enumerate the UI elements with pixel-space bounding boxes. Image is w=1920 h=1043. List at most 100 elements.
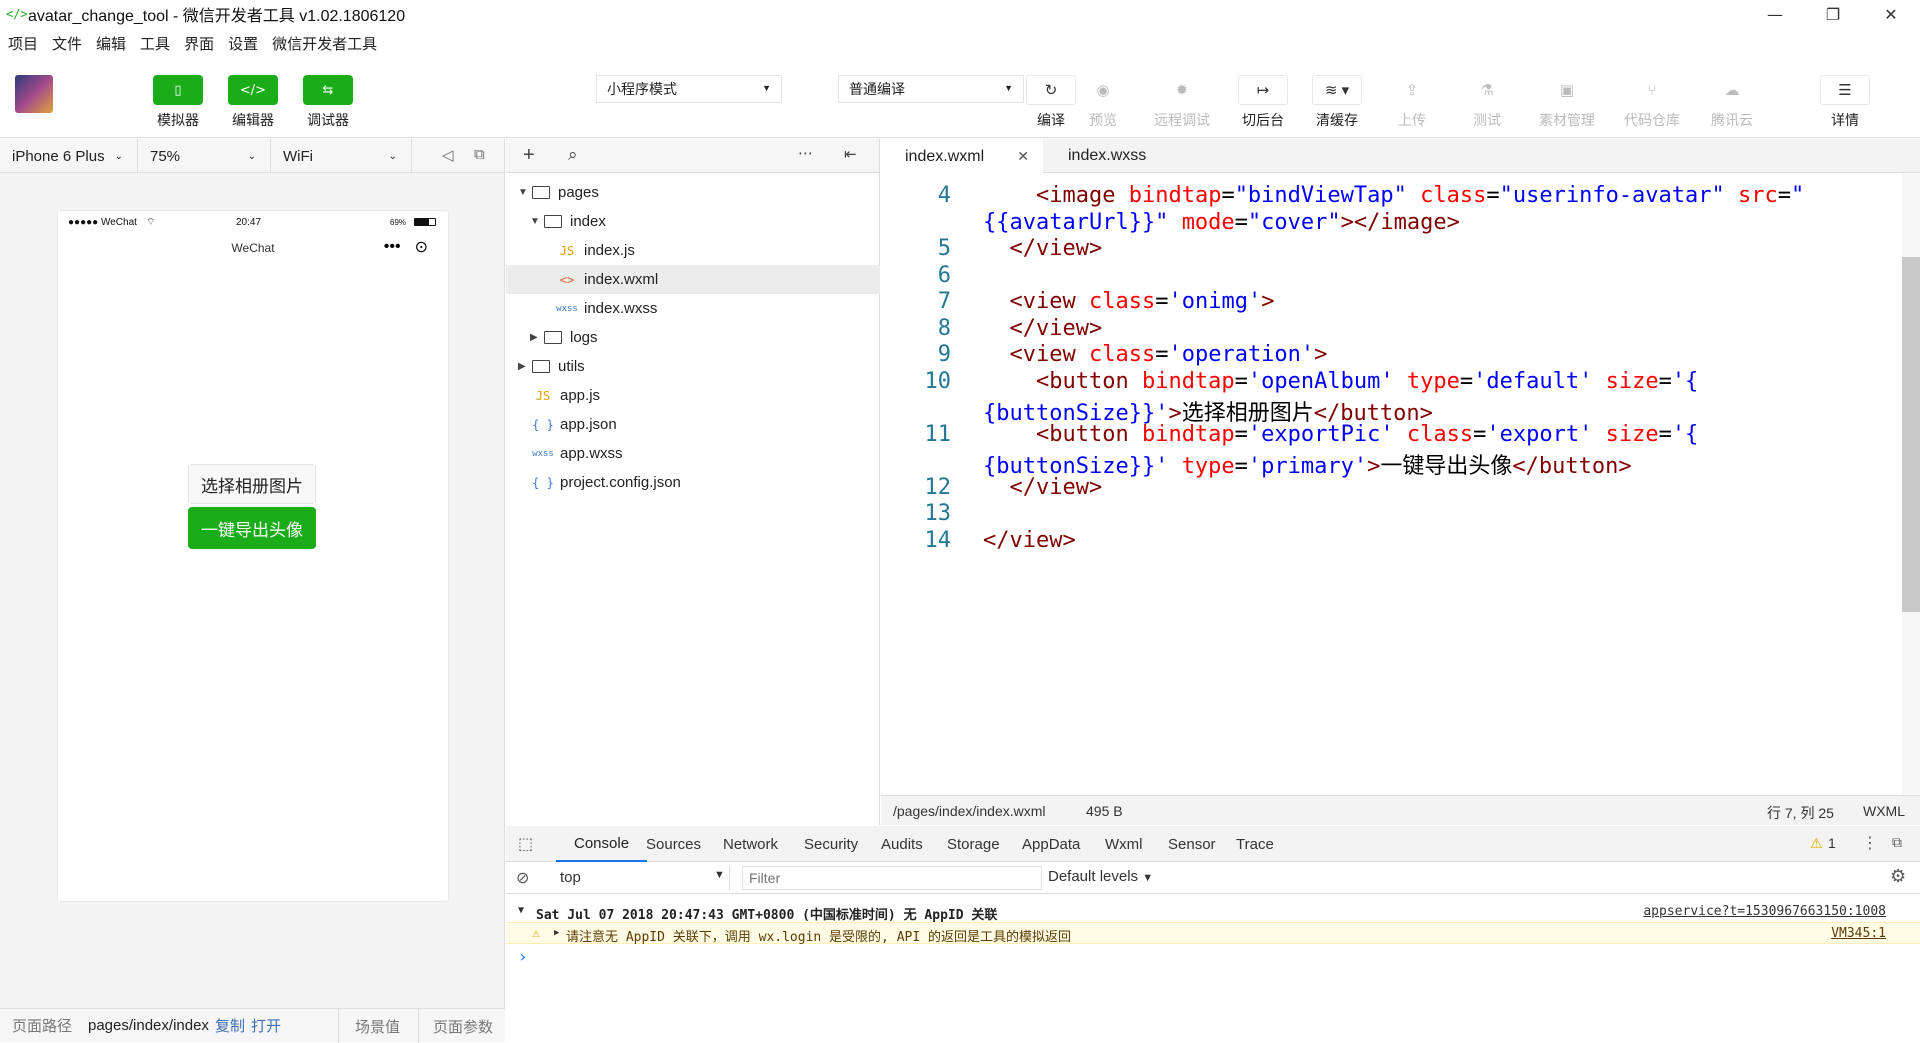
clear-console-icon[interactable]: ⊘ xyxy=(516,868,529,888)
tree-item-index-wxml[interactable]: <> index.wxml xyxy=(506,265,880,294)
dock-icon[interactable]: ⧉ xyxy=(1892,834,1902,851)
zoom-select[interactable]: 75% ⌄ xyxy=(138,139,271,173)
tab-storage[interactable]: Storage xyxy=(947,826,1000,862)
editor-button[interactable]: </> xyxy=(228,75,278,105)
close-target-icon[interactable]: ⊙ xyxy=(415,237,428,257)
menu-edit[interactable]: 编辑 xyxy=(96,33,126,54)
code-line[interactable]: </view> xyxy=(983,528,1076,553)
collapse-panel-icon[interactable]: ⇤ xyxy=(844,145,857,163)
export-avatar-button[interactable]: 一键导出头像 xyxy=(188,507,316,549)
menu-wechat-devtools[interactable]: 微信开发者工具 xyxy=(272,33,377,54)
tab-appdata[interactable]: AppData xyxy=(1022,826,1080,862)
console-prompt[interactable]: › xyxy=(506,946,1920,968)
tab-console[interactable]: Console xyxy=(556,826,648,862)
page-params-button[interactable]: 页面参数 xyxy=(418,1009,493,1043)
network-select[interactable]: WiFi ⌄ xyxy=(271,139,412,173)
tree-item-app-json[interactable]: { } app.json xyxy=(506,410,880,439)
tree-item-app-wxss[interactable]: wxss app.wxss xyxy=(506,439,880,468)
simulator-button[interactable]: ▯ xyxy=(153,75,203,105)
code-repo-button[interactable]: ⑂ xyxy=(1627,75,1677,105)
language-mode[interactable]: WXML xyxy=(1863,803,1905,819)
menu-file[interactable]: 文件 xyxy=(52,33,82,54)
remote-debug-button[interactable]: ✹ xyxy=(1157,75,1207,105)
device-select[interactable]: iPhone 6 Plus ⌄ xyxy=(0,139,138,173)
inspect-element-icon[interactable]: ⬚ xyxy=(518,834,533,854)
scrollbar-thumb[interactable] xyxy=(1902,257,1920,612)
expand-right-icon[interactable]: ▶ xyxy=(554,928,559,938)
caret-down-icon[interactable]: ▼ xyxy=(518,187,532,198)
details-button[interactable]: ☰ xyxy=(1820,75,1870,105)
tab-sources[interactable]: Sources xyxy=(646,826,701,862)
console-settings-icon[interactable]: ⚙ xyxy=(1890,866,1906,887)
open-path-link[interactable]: 打开 xyxy=(251,1015,281,1036)
search-icon[interactable]: ⌕ xyxy=(568,145,578,165)
clear-cache-button[interactable]: ≋ ▾ xyxy=(1312,75,1362,105)
menu-project[interactable]: 项目 xyxy=(8,33,38,54)
cursor-position[interactable]: 行 7, 列 25 xyxy=(1767,803,1834,823)
copy-path-link[interactable]: 复制 xyxy=(215,1015,245,1036)
warning-count[interactable]: 1 xyxy=(1828,835,1836,851)
code-line[interactable]: </view> xyxy=(983,316,1103,341)
code-line[interactable]: <button bindtap='exportPic' class='expor… xyxy=(983,422,1698,447)
code-line[interactable]: </view> xyxy=(983,236,1103,261)
code-line[interactable]: <button bindtap='openAlbum' type='defaul… xyxy=(983,369,1698,394)
tab-network[interactable]: Network xyxy=(723,826,778,862)
mode-select[interactable]: 小程序模式 ▼ xyxy=(596,75,782,103)
context-select[interactable]: top ▼ xyxy=(548,866,730,890)
expand-triangle-icon[interactable]: ▼ xyxy=(518,905,524,916)
compile-mode-select[interactable]: 普通编译 ▼ xyxy=(838,75,1024,103)
scene-value-button[interactable]: 场景值 xyxy=(338,1009,400,1043)
tencent-cloud-button[interactable]: ☁ xyxy=(1707,75,1757,105)
restore-button[interactable]: ❐ xyxy=(1804,0,1862,28)
tab-trace[interactable]: Trace xyxy=(1236,826,1274,862)
tree-item-project-config-json[interactable]: { } project.config.json xyxy=(506,468,880,497)
detach-window-icon[interactable]: ⧉ xyxy=(474,146,485,163)
tree-item-utils[interactable]: ▶ utils xyxy=(506,352,880,381)
tab-index-wxml[interactable]: index.wxml ✕ xyxy=(881,139,1043,174)
warning-icon[interactable]: ⚠ xyxy=(1810,835,1823,852)
code-line[interactable]: {{avatarUrl}}" mode="cover"></image> xyxy=(983,210,1460,235)
caret-right-icon[interactable]: ▶ xyxy=(530,332,544,343)
editor-scrollbar[interactable] xyxy=(1902,173,1920,795)
menu-settings[interactable]: 设置 xyxy=(228,33,258,54)
menu-tools[interactable]: 工具 xyxy=(140,33,170,54)
tab-wxml[interactable]: Wxml xyxy=(1105,826,1143,862)
tab-audits[interactable]: Audits xyxy=(881,826,923,862)
code-area[interactable]: 4 <image bindtap="bindViewTap" class="us… xyxy=(881,173,1901,795)
user-avatar[interactable] xyxy=(15,75,53,113)
close-tab-icon[interactable]: ✕ xyxy=(1017,148,1029,165)
debugger-button[interactable]: ⇆ xyxy=(303,75,353,105)
log-header-source-link[interactable]: appservice?t=1530967663150:1008 xyxy=(1643,904,1886,919)
background-button[interactable]: ↦ xyxy=(1238,75,1288,105)
tree-item-index-wxss[interactable]: wxss index.wxss xyxy=(506,294,880,323)
volume-icon[interactable]: ◁ xyxy=(442,146,454,164)
code-line[interactable]: <image bindtap="bindViewTap" class="user… xyxy=(983,183,1804,208)
add-file-icon[interactable]: + xyxy=(523,144,535,167)
test-button[interactable]: ⚗ xyxy=(1462,75,1512,105)
tab-security[interactable]: Security xyxy=(804,826,858,862)
tree-item-index-js[interactable]: JS index.js xyxy=(506,236,880,265)
code-line[interactable]: <view class='onimg'> xyxy=(983,289,1275,314)
close-button[interactable]: ✕ xyxy=(1862,0,1920,28)
upload-button[interactable]: ⇪ xyxy=(1387,75,1437,105)
tree-item-app-js[interactable]: JS app.js xyxy=(506,381,880,410)
preview-button[interactable]: ◉ xyxy=(1078,75,1128,105)
log-levels-select[interactable]: Default levels ▼ xyxy=(1048,868,1153,885)
kebab-menu-icon[interactable]: ⋮ xyxy=(1862,833,1878,853)
minimize-button[interactable]: — xyxy=(1746,0,1804,28)
code-line[interactable]: </view> xyxy=(983,475,1103,500)
tab-index-wxss[interactable]: index.wxss xyxy=(1044,139,1204,173)
tree-item-logs[interactable]: ▶ logs xyxy=(506,323,880,352)
menu-interface[interactable]: 界面 xyxy=(184,33,214,54)
compile-button[interactable]: ↻ xyxy=(1026,75,1076,105)
caret-down-icon[interactable]: ▼ xyxy=(530,216,544,227)
tree-item-index[interactable]: ▼ index xyxy=(506,207,880,236)
console-filter-input[interactable] xyxy=(742,866,1042,890)
more-icon[interactable]: ⋯ xyxy=(798,144,813,162)
tab-sensor[interactable]: Sensor xyxy=(1168,826,1216,862)
code-line[interactable]: <view class='operation'> xyxy=(983,342,1328,367)
caret-right-icon[interactable]: ▶ xyxy=(518,361,532,372)
log-warning-source-link[interactable]: VM345:1 xyxy=(1831,926,1886,941)
assets-button[interactable]: ▣ xyxy=(1542,75,1592,105)
more-dots-icon[interactable]: ••• xyxy=(384,238,401,256)
